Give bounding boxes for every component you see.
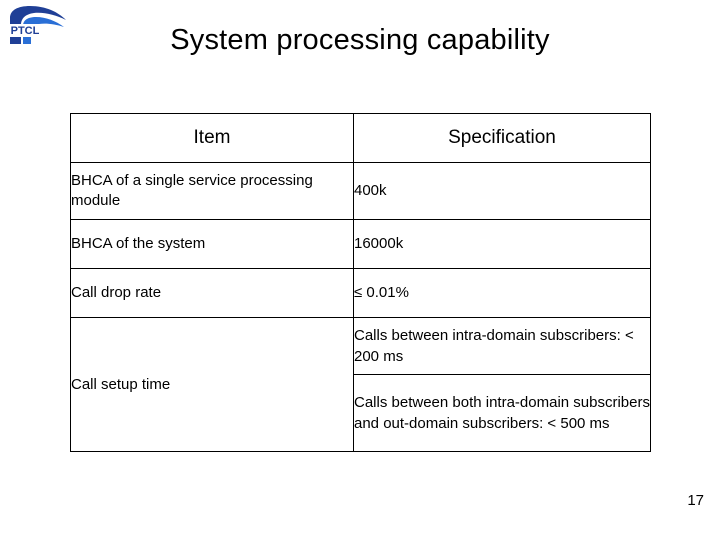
page-number: 17: [687, 492, 704, 509]
table-row: Call setup time Calls between intra-doma…: [70, 317, 651, 452]
spec-table-container: Item Specification BHCA of a single serv…: [70, 113, 651, 452]
table-row: Call drop rate ≤ 0.01%: [70, 268, 651, 318]
header-label-item: Item: [193, 127, 231, 148]
row-item-bhca-system: BHCA of the system: [70, 219, 354, 269]
table-row: BHCA of a single service processing modu…: [70, 162, 651, 220]
table-header-row: Item Specification: [70, 113, 651, 163]
row-item-call-setup-time: Call setup time: [70, 317, 354, 452]
header-cell-item: Item: [70, 113, 354, 163]
row-item-bhca-module: BHCA of a single service processing modu…: [70, 162, 354, 220]
header-cell-specification: Specification: [353, 113, 651, 163]
row-spec-call-setup-out-domain: Calls between both intra-domain subscrib…: [353, 374, 651, 452]
header-label-specification: Specification: [448, 127, 556, 148]
row-spec-call-drop-rate: ≤ 0.01%: [353, 268, 651, 318]
row-spec-bhca-module: 400k: [353, 162, 651, 220]
page-title: System processing capability: [170, 24, 550, 56]
spec-table: Item Specification BHCA of a single serv…: [70, 113, 651, 452]
row-spec-call-setup-intra-domain: Calls between intra-domain subscribers: …: [353, 317, 651, 375]
row-item-call-drop-rate: Call drop rate: [70, 268, 354, 318]
row-spec-bhca-system: 16000k: [353, 219, 651, 269]
table-row: BHCA of the system 16000k: [70, 219, 651, 269]
